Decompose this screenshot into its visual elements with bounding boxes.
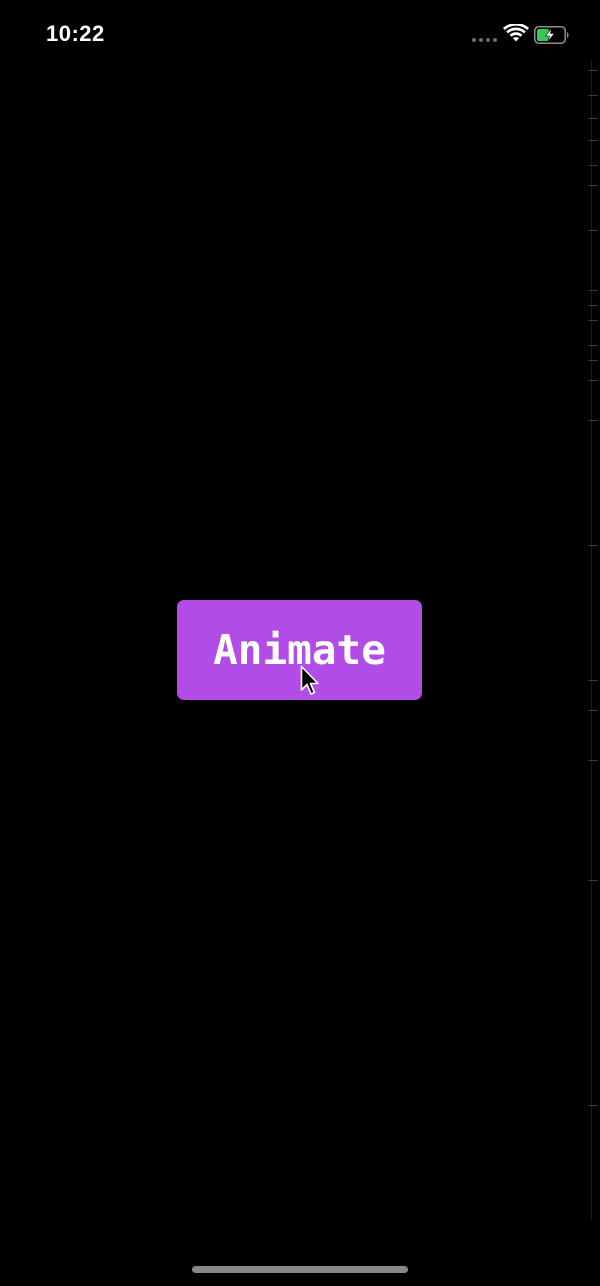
status-time: 10:22: [46, 21, 105, 46]
status-bar: 10:22: [0, 0, 600, 70]
battery-charging-icon: [534, 26, 569, 44]
wifi-icon: [503, 24, 529, 42]
mouse-pointer-icon: [300, 665, 319, 695]
home-indicator[interactable]: [192, 1266, 408, 1273]
window-edge: [582, 0, 600, 1286]
cellular-signal-icon: [472, 38, 497, 42]
phone-screen: 10:22 Animate: [0, 0, 600, 1286]
